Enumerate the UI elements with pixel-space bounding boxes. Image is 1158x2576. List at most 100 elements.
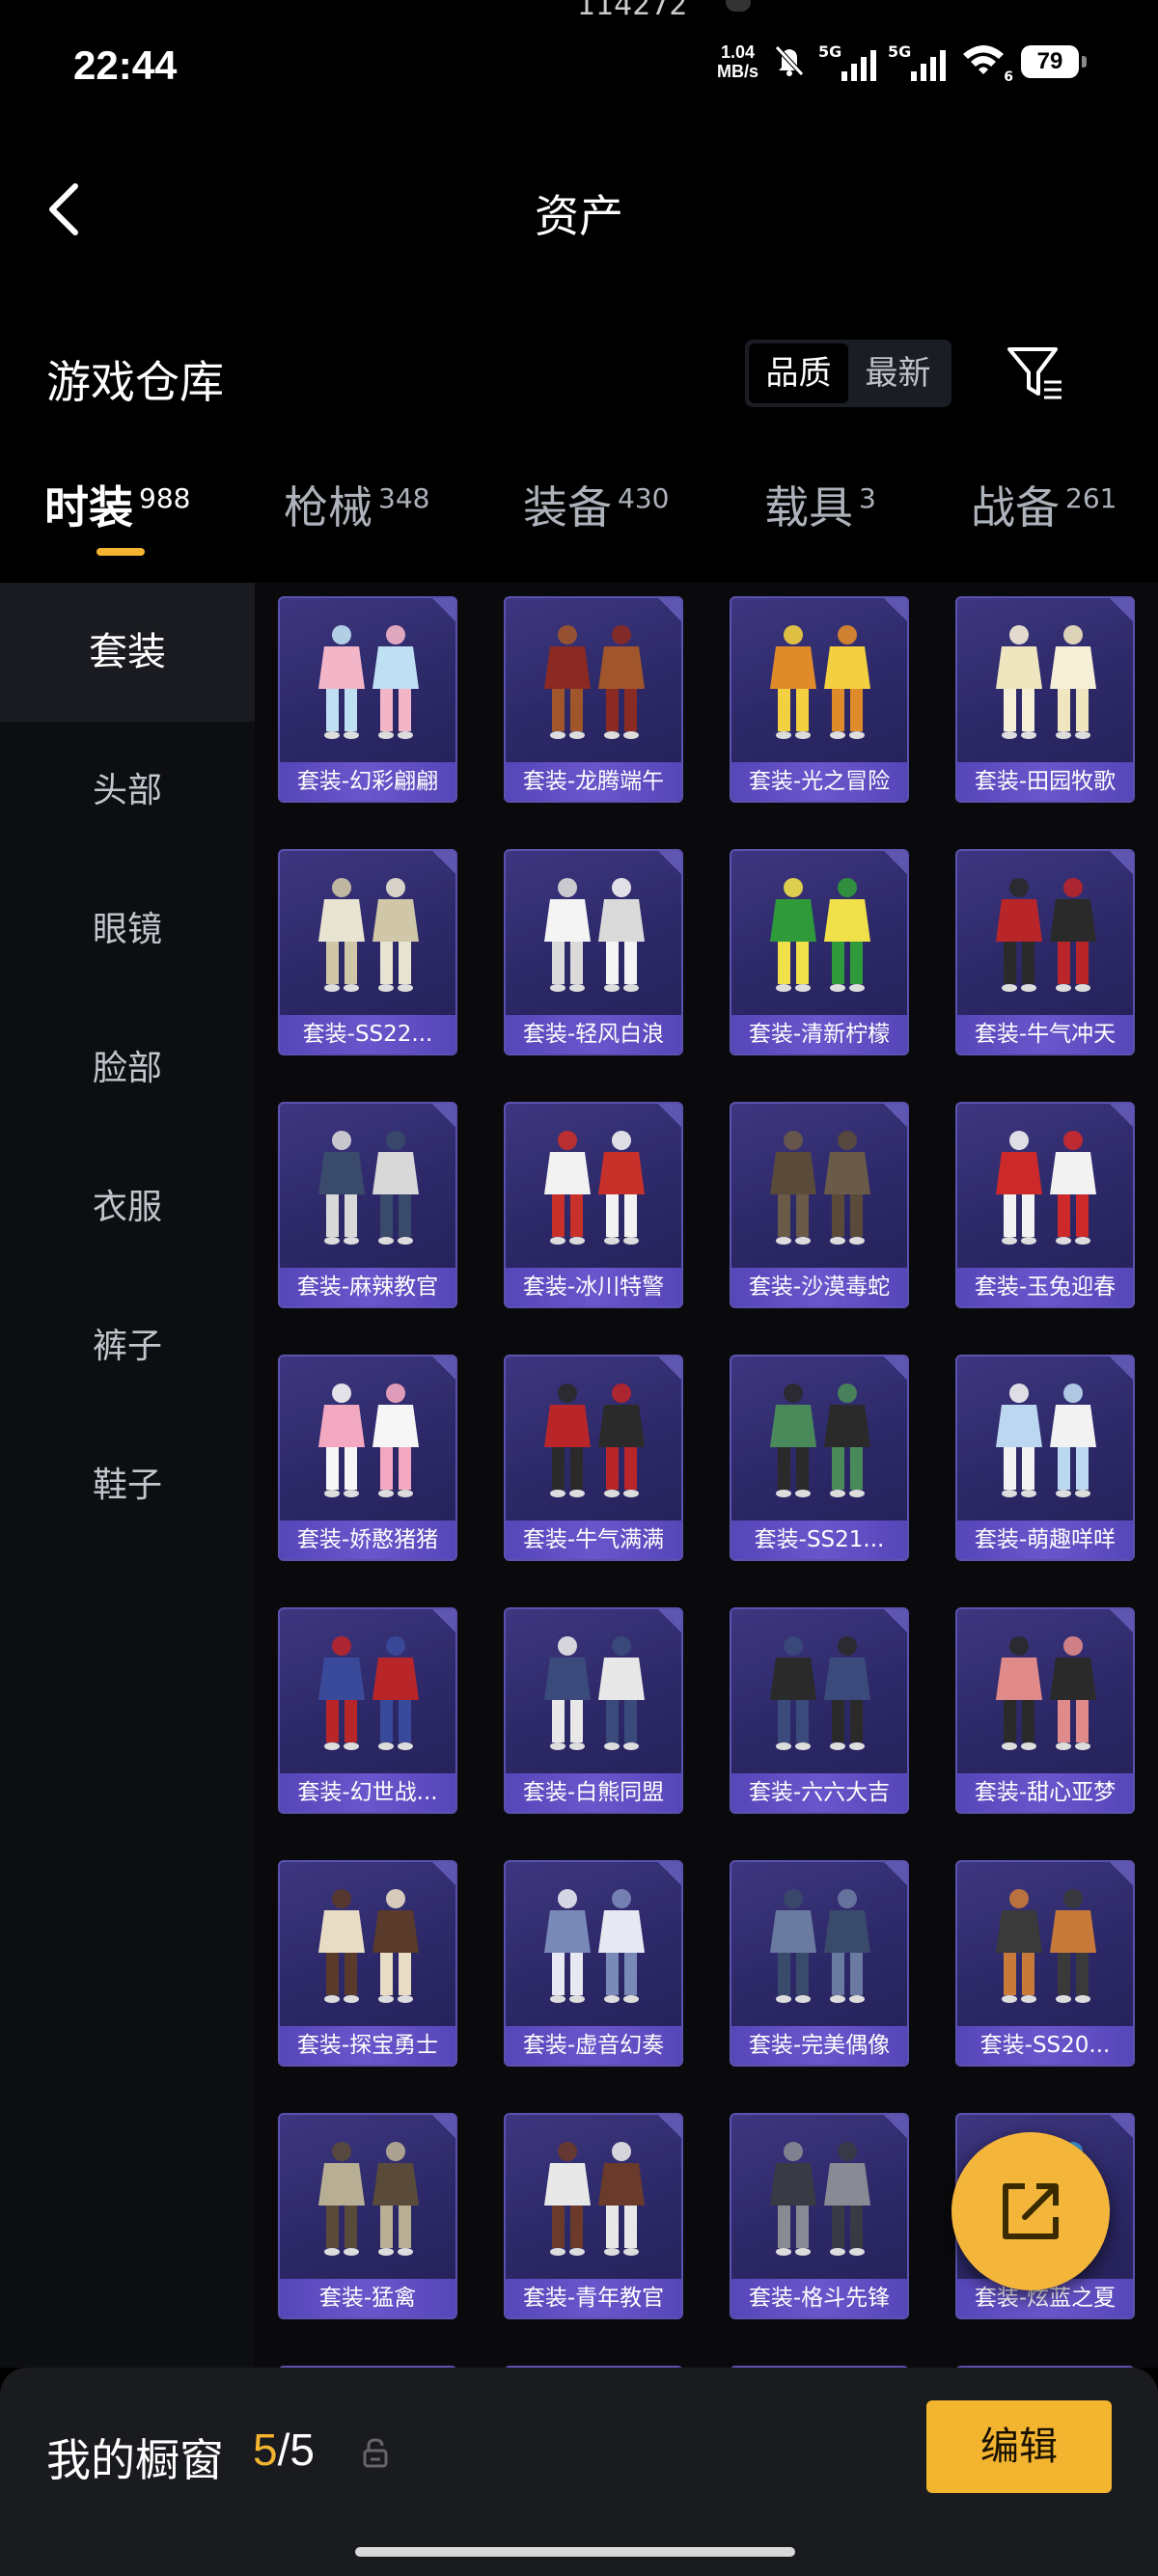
outfit-thumbnail-image [996,1889,1096,2003]
outfit-card[interactable]: 套装-龙腾端午 [504,596,683,803]
outfit-card[interactable]: 套装-虚音幻奏 [504,1860,683,2067]
sidebar-item-glasses[interactable]: 眼镜 [0,861,255,1000]
outfit-thumbnail-image [544,1889,645,2003]
outfit-card-label: 套装-田园牧歌 [957,762,1133,801]
subcategory-sidebar: 套装 头部 眼镜 脸部 衣服 裤子 鞋子 [0,583,255,2368]
filter-icon[interactable] [1004,342,1067,405]
outfit-card-label: 套装-冰川特警 [506,1268,681,1306]
outfit-card[interactable]: 套装-牛气冲天 [955,849,1135,1055]
outfit-card[interactable]: 套装-清新柠檬 [730,849,909,1055]
sidebar-item-shoes[interactable]: 鞋子 [0,1416,255,1555]
tab-count: 348 [378,481,430,514]
network-speed-value: 1.04 [720,42,756,62]
outfit-thumbnail-image [318,1384,419,1497]
sidebar-item-head[interactable]: 头部 [0,722,255,861]
showcase-count-total: 5 [290,2425,315,2475]
outfit-card-label: 套装-萌趣咩咩 [957,1521,1133,1559]
tab-guns[interactable]: 枪械 348 [284,473,429,536]
edit-button[interactable]: 编辑 [926,2400,1112,2493]
outfit-thumbnail-image [318,878,419,992]
tab-label: 载具 [764,481,853,534]
outfit-card[interactable]: 套装-格斗先锋 [730,2113,909,2319]
signal-icon-1: 5G [818,42,876,81]
signal-label-2: 5G [888,42,912,61]
tab-vehicles[interactable]: 载具 3 [764,473,876,536]
outfit-card-label: 套装-幻彩翩翩 [280,762,455,801]
tab-fashion[interactable]: 时装 988 [44,473,190,536]
outfit-thumbnail-image [770,1889,870,2003]
home-indicator [355,2547,795,2557]
outfit-thumbnail-image [996,1636,1096,1750]
battery-icon: 79 [1021,45,1087,78]
showcase-count: 5/5 [253,2424,315,2476]
showcase-count-used: 5 [253,2425,278,2475]
sidebar-item-outfit[interactable]: 套装 [0,583,255,722]
outfit-card[interactable]: 套装-SS22... [278,849,457,1055]
outfit-card-label: 套装-玉兔迎春 [957,1268,1133,1306]
sidebar-item-clothes[interactable]: 衣服 [0,1138,255,1277]
outfit-card[interactable]: 套装-白熊同盟 [504,1607,683,1814]
outfit-thumbnail-image [996,1131,1096,1245]
outfit-card-label: 套装-幻世战... [280,1773,455,1812]
outfit-thumbnail-image [770,2142,870,2256]
sort-option-quality[interactable]: 品质 [749,343,848,403]
outfit-thumbnail-image [544,1384,645,1497]
outfit-card-label: 套装-轻风白浪 [506,1015,681,1054]
outfit-thumbnail-image [770,625,870,739]
outfit-card[interactable]: 套装-玉兔迎春 [955,1102,1135,1308]
showcase-bar: 我的橱窗 5/5 编辑 [0,2368,1158,2576]
outfit-card-label: 套装-六六大吉 [731,1773,907,1812]
wifi-icon: 6 [959,42,1013,85]
outfit-card-label: 套装-甜心亚梦 [957,1773,1133,1812]
outfit-thumbnail-image [318,1636,419,1750]
network-speed-unit: MB/s [716,62,758,81]
outfit-card[interactable]: 套装-SS20... [955,1860,1135,2067]
outfit-thumbnail-image [544,2142,645,2256]
outfit-card[interactable]: 套装-沙漠毒蛇 [730,1102,909,1308]
outfit-card[interactable]: 套装-轻风白浪 [504,849,683,1055]
outfit-thumbnail-image [544,1636,645,1750]
outfit-card-label: 套装-格斗先锋 [731,2279,907,2317]
status-dot-indicator [726,0,751,12]
outfit-card[interactable]: 套装-娇憨猪猪 [278,1355,457,1561]
status-icons: 1.04 MB/s 5G 5G 6 79 [716,42,1087,85]
outfit-card[interactable]: 套装-牛气满满 [504,1355,683,1561]
outfit-thumbnail-image [770,1636,870,1750]
outfit-thumbnail-image [770,878,870,992]
outfit-card-label: 套装-虚音幻奏 [506,2026,681,2065]
tab-label: 枪械 [284,481,372,534]
outfit-card[interactable]: 套装-探宝勇士 [278,1860,457,2067]
outfit-card[interactable]: 套装-完美偶像 [730,1860,909,2067]
outfit-card[interactable]: 套装-麻辣教官 [278,1102,457,1308]
sort-option-newest[interactable]: 最新 [848,343,948,403]
tab-count: 430 [618,481,670,514]
sidebar-item-pants[interactable]: 裤子 [0,1277,255,1416]
top-nav: 资产 [0,145,1158,270]
outfit-card[interactable]: 套装-幻世战... [278,1607,457,1814]
showcase-label: 我的橱窗 [46,2434,224,2486]
outfit-card[interactable]: 套装-SS21... [730,1355,909,1561]
outfit-card[interactable]: 套装-六六大吉 [730,1607,909,1814]
outfit-card[interactable]: 套装-田园牧歌 [955,596,1135,803]
warehouse-header: 游戏仓库 品质 最新 [0,328,1158,425]
sort-toggle: 品质 最新 [745,340,951,407]
outfit-card[interactable]: 套装-冰川特警 [504,1102,683,1308]
outfit-card-label: 套装-SS21... [731,1521,907,1559]
outfit-card[interactable]: 套装-幻彩翩翩 [278,596,457,803]
outfit-thumbnail-image [318,1889,419,2003]
outfit-card-label: 套装-麻辣教官 [280,1268,455,1306]
category-tabs: 时装 988 枪械 348 装备 430 载具 3 战备 261 [0,463,1158,560]
section-title: 游戏仓库 [46,356,224,408]
outfit-card[interactable]: 套装-萌趣咩咩 [955,1355,1135,1561]
outfit-card[interactable]: 套装-青年教官 [504,2113,683,2319]
outfit-card[interactable]: 套装-光之冒险 [730,596,909,803]
outfit-card-label: 套装-青年教官 [506,2279,681,2317]
outfit-card[interactable]: 套装-猛禽 [278,2113,457,2319]
showcase-count-separator: / [277,2425,290,2475]
tab-equipment[interactable]: 装备 430 [523,473,669,536]
sidebar-item-face[interactable]: 脸部 [0,1000,255,1138]
tab-combat-supplies[interactable]: 战备 261 [971,473,1117,536]
share-float-button[interactable] [951,2132,1110,2290]
outfit-card[interactable]: 套装-甜心亚梦 [955,1607,1135,1814]
outfit-thumbnail-image [544,625,645,739]
